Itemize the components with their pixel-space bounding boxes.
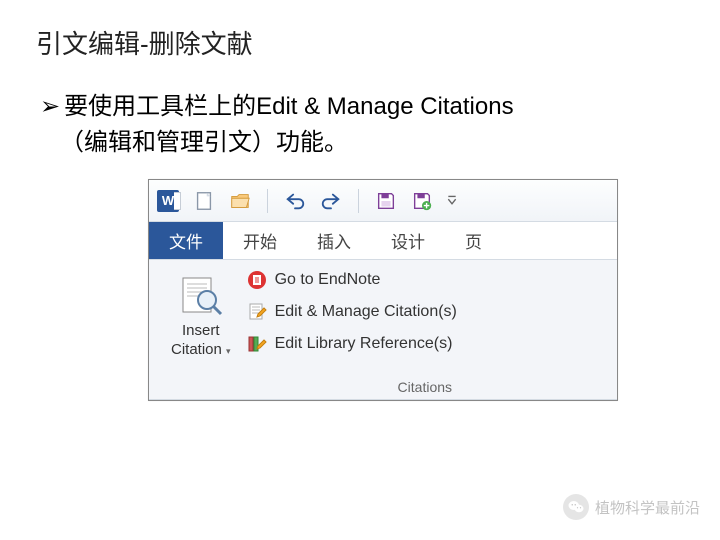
go-to-endnote-button[interactable]: Go to EndNote xyxy=(243,268,607,292)
tab-design[interactable]: 设计 xyxy=(371,222,445,259)
citations-commands: Go to EndNote Edit & Manage Citation(s) … xyxy=(243,268,607,356)
tab-insert[interactable]: 插入 xyxy=(297,222,371,259)
tab-home[interactable]: 开始 xyxy=(223,222,297,259)
watermark-text: 植物科学最前沿 xyxy=(595,497,700,518)
edit-manage-citations-button[interactable]: Edit & Manage Citation(s) xyxy=(243,300,607,324)
insert-citation-label-1: Insert xyxy=(182,322,220,339)
bullet-text: ➢要使用工具栏上的Edit & Manage Citations （编辑和管理引… xyxy=(0,61,720,161)
wechat-icon xyxy=(563,494,589,520)
go-to-endnote-label: Go to EndNote xyxy=(275,271,381,289)
quick-access-toolbar: W xyxy=(149,180,617,222)
new-doc-icon[interactable] xyxy=(193,190,215,212)
bullet-marker: ➢ xyxy=(40,93,60,120)
save-icon[interactable] xyxy=(375,190,397,212)
endnote-icon xyxy=(247,270,267,290)
insert-citation-label-2: Citation xyxy=(171,341,222,358)
tab-page[interactable]: 页 xyxy=(445,222,502,259)
redo-icon[interactable] xyxy=(320,190,342,212)
qat-dropdown-icon[interactable] xyxy=(447,190,457,212)
word-app-icon: W xyxy=(157,190,179,212)
watermark: 植物科学最前沿 xyxy=(563,494,700,520)
word-screenshot: W 文件 开始 插入 设计 页 Insert xyxy=(148,179,618,401)
ribbon-group-label: Citations xyxy=(243,373,607,395)
edit-library-icon xyxy=(247,334,267,354)
insert-citation-button[interactable]: Insert Citation ▾ xyxy=(167,268,235,362)
edit-library-label: Edit Library Reference(s) xyxy=(275,335,453,353)
edit-manage-label: Edit & Manage Citation(s) xyxy=(275,303,457,321)
tab-file[interactable]: 文件 xyxy=(149,222,223,259)
edit-citation-icon xyxy=(247,302,267,322)
qat-separator xyxy=(358,189,359,213)
insert-citation-icon xyxy=(177,272,225,320)
bullet-line1: 要使用工具栏上的Edit & Manage Citations xyxy=(64,93,513,120)
undo-icon[interactable] xyxy=(284,190,306,212)
bullet-line2: （编辑和管理引文）功能。 xyxy=(60,129,348,156)
open-folder-icon[interactable] xyxy=(229,190,251,212)
ribbon-body: Insert Citation ▾ Go to EndNote Edit & M… xyxy=(149,260,617,400)
qat-separator xyxy=(267,189,268,213)
edit-library-references-button[interactable]: Edit Library Reference(s) xyxy=(243,332,607,356)
dropdown-arrow-icon: ▾ xyxy=(226,346,231,356)
save-as-icon[interactable] xyxy=(411,190,433,212)
ribbon-tabs: 文件 开始 插入 设计 页 xyxy=(149,222,617,260)
slide-title: 引文编辑-删除文献 xyxy=(0,0,720,61)
insert-citation-group: Insert Citation ▾ xyxy=(159,268,243,395)
